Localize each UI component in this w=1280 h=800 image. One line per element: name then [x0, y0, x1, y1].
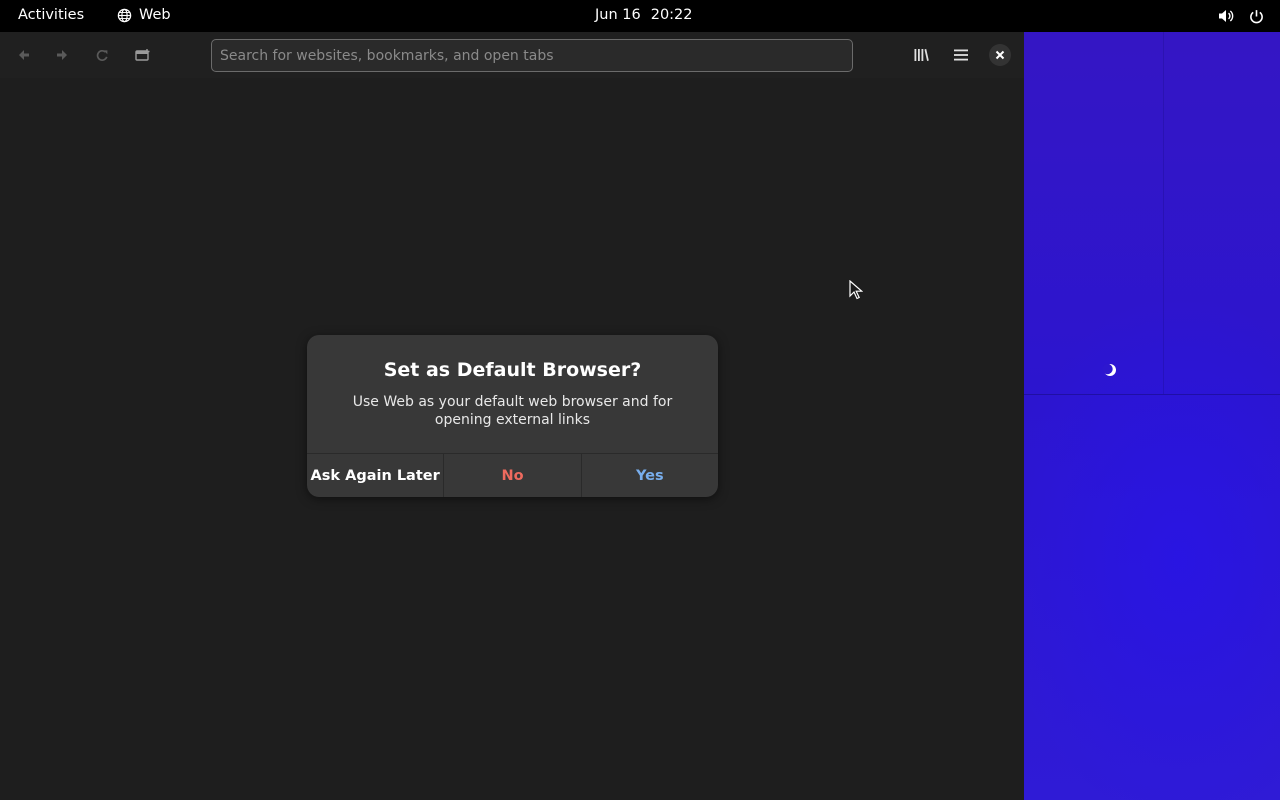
no-button[interactable]: No: [444, 454, 582, 497]
mouse-pointer-icon: [849, 280, 863, 300]
close-window-button[interactable]: [989, 44, 1011, 66]
clock-time: 20:22: [650, 7, 693, 23]
app-name: Web: [139, 7, 171, 23]
yes-button[interactable]: Yes: [582, 454, 718, 497]
dialog-actions: Ask Again Later No Yes: [307, 453, 718, 497]
globe-icon: [117, 8, 132, 22]
library-icon: [914, 48, 929, 61]
main-menu-button[interactable]: [950, 44, 972, 66]
new-tab-button[interactable]: [132, 44, 154, 66]
back-arrow-icon: [19, 50, 29, 60]
forward-arrow-icon: [57, 50, 67, 60]
close-icon: [995, 50, 1005, 60]
clock-date: Jun 16: [595, 7, 641, 23]
dialog-title: Set as Default Browser?: [383, 359, 642, 381]
volume-icon[interactable]: [1218, 8, 1235, 24]
activities-button[interactable]: Activities: [18, 7, 84, 23]
forward-button[interactable]: [51, 44, 73, 66]
reload-button[interactable]: [91, 44, 113, 66]
dialog-message: Use Web as your default web browser and …: [352, 394, 673, 428]
reload-icon: [96, 49, 108, 61]
clock[interactable]: Jun 16 20:22: [595, 7, 693, 23]
hamburger-menu-icon: [954, 49, 968, 61]
top-bar: Activities Web Jun 16 20:22: [0, 0, 1280, 32]
library-button[interactable]: [910, 44, 932, 66]
back-button[interactable]: [13, 44, 35, 66]
power-icon[interactable]: [1249, 9, 1264, 24]
address-bar[interactable]: [211, 39, 853, 72]
wallpaper-line: [1163, 32, 1164, 394]
new-tab-icon: [135, 49, 150, 61]
app-menu[interactable]: Web: [117, 7, 171, 23]
ask-again-later-button[interactable]: Ask Again Later: [307, 454, 445, 497]
header-bar: [0, 32, 1024, 78]
wallpaper-line: [1024, 394, 1280, 395]
default-browser-dialog: Set as Default Browser? Use Web as your …: [307, 335, 718, 497]
system-tray[interactable]: [1218, 8, 1264, 24]
moon-icon: [1102, 363, 1116, 376]
